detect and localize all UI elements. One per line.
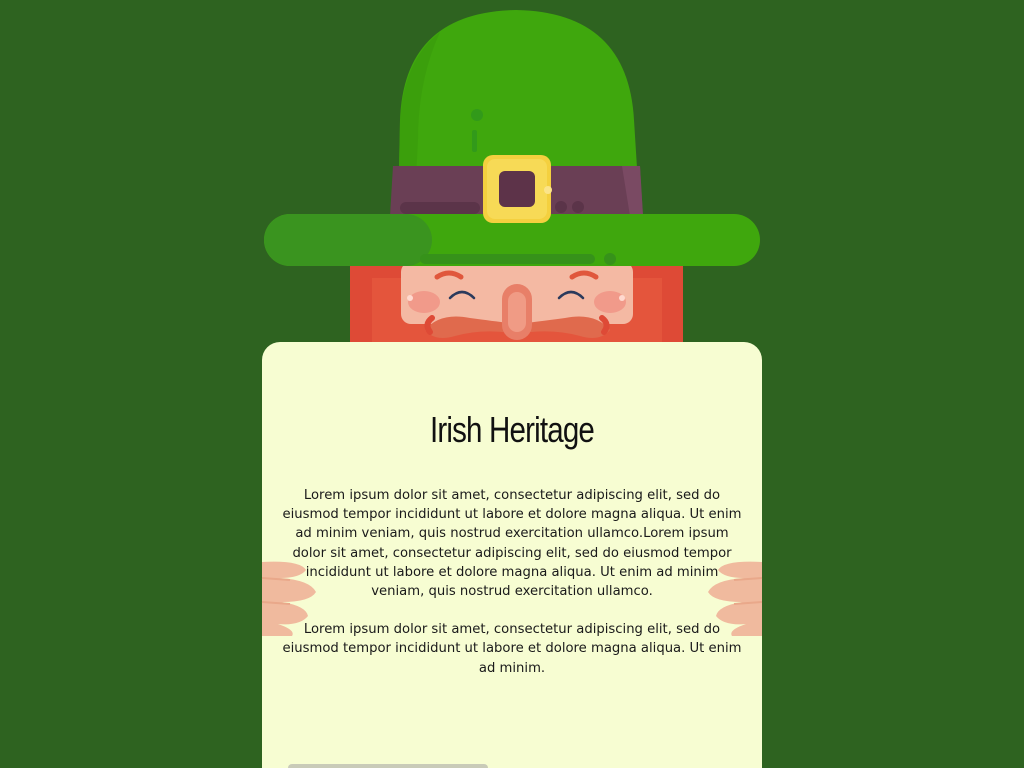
left-hand-icon <box>261 561 316 636</box>
right-hand-icon <box>708 561 763 636</box>
partial-button[interactable] <box>288 764 488 768</box>
leprechaun-hands-icon <box>261 561 763 636</box>
page-stage: Irish Heritage Lorem ipsum dolor sit ame… <box>0 0 1024 768</box>
